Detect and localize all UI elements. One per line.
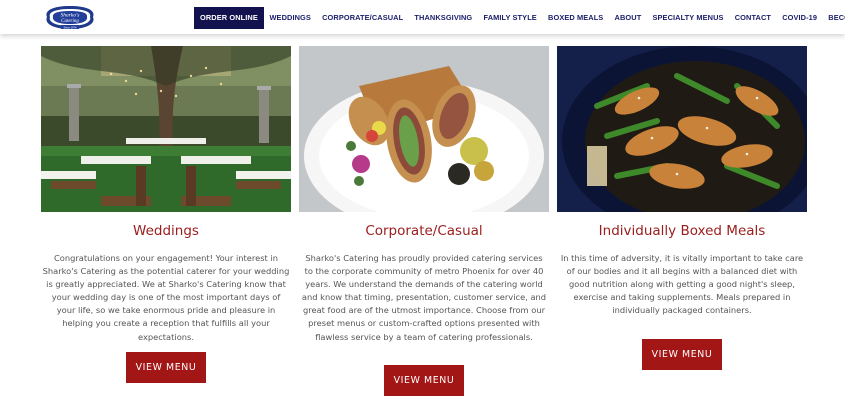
nav-item-become-a-vip[interactable]: BECOME A VIP bbox=[823, 7, 845, 29]
wedding-garden-photo[interactable] bbox=[41, 46, 291, 212]
corporate-casual-view-menu-button[interactable]: VIEW MENU bbox=[384, 365, 464, 396]
weddings-view-menu-button[interactable]: VIEW MENU bbox=[126, 352, 206, 383]
boxed-meals-description: In this time of adversity, it is vitally… bbox=[560, 253, 804, 316]
weddings-title: Weddings bbox=[133, 223, 199, 239]
nav-item-thanksgiving[interactable]: THANKSGIVING bbox=[409, 7, 478, 29]
svg-text:Catering: Catering bbox=[61, 19, 79, 24]
nav-item-specialty-menus[interactable]: SPECIALTY MENUS bbox=[647, 7, 729, 29]
nav-item-contact[interactable]: CONTACT bbox=[729, 7, 776, 29]
chicken-green-beans-bowl-photo[interactable] bbox=[557, 46, 807, 212]
nav-item-corporate-casual[interactable]: CORPORATE/CASUAL bbox=[317, 7, 409, 29]
nav-item-order-online[interactable]: ORDER ONLINE bbox=[194, 7, 264, 29]
nav-item-weddings[interactable]: WEDDINGS bbox=[264, 7, 317, 29]
svg-text:Sharko's: Sharko's bbox=[61, 13, 80, 19]
boxed-meals-column: Individually Boxed Meals In this time of… bbox=[557, 46, 807, 317]
corporate-casual-title: Corporate/Casual bbox=[365, 223, 483, 239]
nav-item-covid-19[interactable]: COVID-19 bbox=[777, 7, 823, 29]
main-nav: ORDER ONLINE WEDDINGS CORPORATE/CASUAL T… bbox=[194, 7, 845, 29]
corporate-casual-description: Sharko's Catering has proudly provided c… bbox=[301, 253, 547, 342]
wrap-sandwich-plate-photo[interactable] bbox=[299, 46, 549, 212]
nav-item-about[interactable]: ABOUT bbox=[609, 7, 647, 29]
boxed-meals-view-menu-button[interactable]: VIEW MENU bbox=[642, 339, 722, 370]
svg-text:Since 1974: Since 1974 bbox=[64, 26, 78, 30]
weddings-description: Congratulations on your engagement! Your… bbox=[42, 253, 290, 342]
site-header: Sharko's Catering Since 1974 ORDER ONLIN… bbox=[0, 0, 845, 34]
sharkos-catering-logo[interactable]: Sharko's Catering Since 1974 bbox=[41, 4, 99, 31]
nav-item-family-style[interactable]: FAMILY STYLE bbox=[478, 7, 543, 29]
nav-item-boxed-meals[interactable]: BOXED MEALS bbox=[542, 7, 609, 29]
boxed-meals-title: Individually Boxed Meals bbox=[598, 223, 766, 239]
weddings-column: Weddings Congratulations on your engagem… bbox=[41, 46, 291, 344]
corporate-casual-column: Corporate/Casual Sharko's Catering has p… bbox=[299, 46, 549, 344]
